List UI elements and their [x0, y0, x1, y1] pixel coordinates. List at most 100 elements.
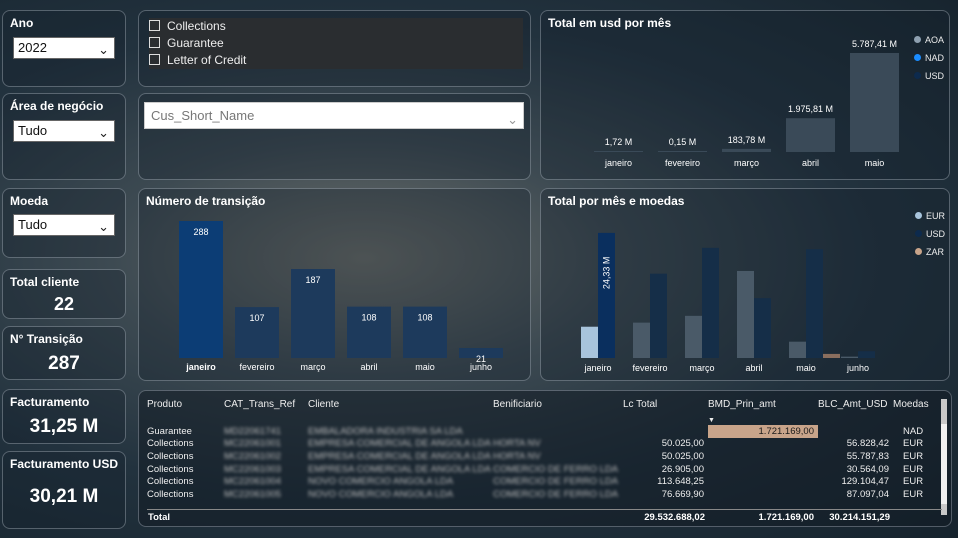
- legend-label: USD: [926, 229, 946, 239]
- x-tick-label: junho: [469, 362, 492, 372]
- data-label: 24,33 M: [602, 257, 612, 290]
- data-label: 1.975,81 M: [788, 104, 833, 114]
- bar-usd-abril[interactable]: [754, 298, 771, 358]
- column-header-label: BMD_Prin_amt: [708, 399, 776, 410]
- table-row[interactable]: Collections MC22061003 EMPRESA COMERCIAL D…: [147, 463, 942, 476]
- data-label: 0,15 M: [669, 137, 697, 147]
- column-header-moedas[interactable]: Moedas: [893, 397, 942, 425]
- table-cell-bmd: [708, 438, 818, 451]
- chevron-down-icon: ⌄: [98, 42, 109, 57]
- business-area-dropdown[interactable]: Tudo ⌄: [13, 120, 115, 142]
- checklist-item-collections[interactable]: Collections: [149, 18, 523, 35]
- legend-dot-icon: [914, 54, 921, 61]
- bar-eur-março[interactable]: [685, 315, 702, 358]
- kpi-n-transicao-label: N° Transição: [10, 332, 83, 346]
- table-cell-blc: [818, 425, 893, 438]
- bar-eur-maio[interactable]: [789, 341, 806, 358]
- bar-março[interactable]: [722, 148, 771, 152]
- table-cell-ref: MC22061003: [224, 463, 282, 475]
- x-tick-label: abril: [360, 362, 377, 372]
- column-header-cliente[interactable]: Cliente: [308, 397, 493, 425]
- bar-eur-junho[interactable]: [841, 356, 858, 358]
- table-row[interactable]: Collections MC22061005 NOVO COMERCIO ANGOL…: [147, 488, 942, 501]
- table-cell-bmd: 1.721.169,00: [708, 425, 818, 438]
- data-label: 5.787,41 M: [852, 39, 897, 49]
- table-scrollbar-thumb[interactable]: [941, 424, 947, 504]
- legend-item-zar[interactable]: ZAR: [915, 247, 945, 265]
- x-tick-label: janeiro: [185, 362, 216, 372]
- table-cell-cliente: EMBALADORA INDUSTRIA SA LDA: [308, 425, 463, 437]
- table-cell-produto: Guarantee: [147, 425, 192, 437]
- bar-fevereiro[interactable]: [658, 151, 707, 152]
- year-dropdown[interactable]: 2022 ⌄: [13, 37, 115, 59]
- column-header-produto[interactable]: Produto: [147, 397, 224, 425]
- x-tick-label: maio: [865, 158, 885, 168]
- legend-item-eur[interactable]: EUR: [915, 211, 945, 229]
- bar-eur-janeiro[interactable]: [581, 326, 598, 358]
- checklist-item-guarantee[interactable]: Guarantee: [149, 35, 523, 52]
- transactions-chart: 288 janeiro 107 fevereiro 187 março 108 abril 10…: [179, 221, 503, 372]
- currency-dropdown[interactable]: Tudo ⌄: [13, 214, 115, 236]
- table-cell-produto: Collections: [147, 488, 194, 500]
- bar-maio[interactable]: [850, 53, 899, 152]
- bar-usd-fevereiro[interactable]: [650, 273, 667, 358]
- sort-descending-icon[interactable]: ▼: [708, 417, 715, 424]
- bar-usd-junho[interactable]: [858, 351, 875, 358]
- bar-janeiro[interactable]: [179, 221, 223, 358]
- table-cell-benef: [493, 425, 623, 438]
- customer-dropdown[interactable]: Cus_Short_Name ⌄: [144, 102, 524, 129]
- column-header-cat-trans-ref[interactable]: CAT_Trans_Ref: [224, 397, 308, 425]
- table-row[interactable]: Guarantee MD22061741 EMBALADORA INDUSTRIA …: [147, 425, 942, 438]
- bar-usd-janeiro[interactable]: [598, 232, 615, 358]
- legend-item-nad[interactable]: NAD: [914, 53, 944, 71]
- bar-janeiro[interactable]: [594, 151, 643, 152]
- data-label: 288: [193, 227, 208, 237]
- checklist-label: Guarantee: [167, 36, 224, 50]
- bar-zar-maio[interactable]: [823, 353, 840, 358]
- legend-item-aoa[interactable]: AOA: [914, 35, 944, 53]
- table-cell-lc: 76.669,90: [661, 488, 704, 500]
- bar-eur-fevereiro[interactable]: [633, 322, 650, 358]
- table-scrollbar[interactable]: [941, 399, 947, 515]
- legend-item-usd[interactable]: USD: [914, 71, 944, 89]
- x-tick-label: fevereiro: [239, 362, 274, 372]
- bar-usd-março[interactable]: [702, 247, 719, 358]
- total-label: Total: [148, 512, 170, 523]
- legend-label: USD: [925, 71, 945, 81]
- checkbox-icon[interactable]: [149, 37, 160, 48]
- year-filter-card: Ano 2022 ⌄: [2, 10, 126, 87]
- x-tick-label: janeiro: [604, 158, 632, 168]
- x-tick-label: maio: [796, 363, 816, 373]
- column-header-lc-total[interactable]: Lc Total: [623, 397, 708, 425]
- legend-dot-icon: [914, 72, 921, 79]
- table-cell-benef: HORTA NV: [493, 450, 541, 462]
- table-row[interactable]: Collections MC22061002 EMPRESA COMERCIAL D…: [147, 450, 942, 463]
- table-cell-lc: 26.905,00: [661, 463, 704, 475]
- legend-label: NAD: [925, 53, 945, 63]
- table-total-row: Total 29.532.688,02 1.721.169,00 30.214.…: [147, 509, 942, 523]
- x-tick-label: janeiro: [583, 363, 611, 373]
- total-by-month-currency-chart: janeiro fevereiro março abril maio junho 24,33…: [581, 232, 875, 373]
- table-row[interactable]: Collections MC22061001 EMPRESA COMERCIAL D…: [147, 438, 942, 451]
- checkbox-icon[interactable]: [149, 54, 160, 65]
- checklist-item-letter-of-credit[interactable]: Letter of Credit: [149, 52, 523, 69]
- bar-abril[interactable]: [786, 118, 835, 152]
- data-label: 107: [249, 313, 264, 323]
- legend-item-usd[interactable]: USD: [915, 229, 945, 247]
- column-header-blc-amt-usd[interactable]: BLC_Amt_USD: [818, 397, 893, 425]
- table-cell-moeda: EUR: [903, 450, 924, 462]
- table-cell-benef: COMERCIO DE FERRO LDA: [493, 488, 619, 500]
- kpi-facturamento-usd-value: 30,21 M: [29, 486, 99, 507]
- kpi-facturamento-label: Facturamento: [10, 395, 90, 409]
- table-cell-ref: MC22061001: [224, 438, 282, 450]
- table-cell-ref: MC22061002: [224, 450, 282, 462]
- x-tick-label: maio: [415, 362, 435, 372]
- product-checklist-card: Collections Guarantee Letter of Credit: [138, 10, 531, 87]
- column-header-bmd-prin-amt[interactable]: BMD_Prin_amt ▼: [708, 397, 818, 425]
- bar-usd-maio[interactable]: [806, 249, 823, 358]
- checkbox-icon[interactable]: [149, 20, 160, 31]
- column-header-benificiario[interactable]: Benificiario: [493, 397, 623, 425]
- table-row[interactable]: Collections MC22061004 NOVO COMERCIO ANGOL…: [147, 475, 942, 488]
- x-tick-label: abril: [745, 363, 762, 373]
- bar-eur-abril[interactable]: [737, 270, 754, 358]
